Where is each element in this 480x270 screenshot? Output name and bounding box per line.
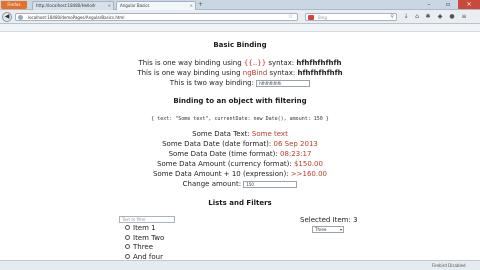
search-placeholder: Bing bbox=[318, 15, 327, 20]
data-row: Some Data Date (date format): 06 Sep 201… bbox=[0, 140, 480, 148]
ngbind-token: ngBind bbox=[242, 69, 268, 77]
line-prefix: This is one way binding using bbox=[137, 69, 243, 77]
line-mid: syntax: bbox=[267, 69, 298, 77]
select-value: Three bbox=[315, 227, 327, 232]
row-label: Some Data Amount + 10 (expression): bbox=[152, 170, 289, 178]
download-icon[interactable]: ↓ bbox=[402, 13, 410, 21]
basic-binding-heading: Basic Binding bbox=[213, 41, 267, 49]
row-value: 06 Sep 2013 bbox=[273, 140, 318, 148]
line-prefix: This is one way binding using bbox=[138, 59, 244, 67]
row-label: Some Data Date (time format): bbox=[168, 150, 278, 158]
bullet-icon bbox=[125, 234, 130, 240]
bookmarks-bar bbox=[0, 24, 480, 32]
item-list: Item 1 Item Two Three And four bbox=[125, 224, 205, 262]
status-text: Firebird Disabled bbox=[432, 263, 466, 268]
bullet-icon bbox=[125, 225, 130, 230]
new-tab-icon[interactable]: + bbox=[197, 2, 204, 9]
curly-token: {{..}} bbox=[243, 59, 267, 67]
row-label: Some Data Text: bbox=[192, 130, 250, 138]
minimize-button[interactable]: – bbox=[420, 0, 438, 9]
url-text: localhost:18480/demoPages/AngularBasics.… bbox=[28, 15, 125, 20]
object-code-literal: { text: "Some text", currentDate: new Da… bbox=[151, 116, 329, 122]
firebug-icon[interactable]: ✱ bbox=[424, 13, 432, 21]
two-way-label: This is two way binding: bbox=[169, 79, 254, 87]
one-way-binding-curly-line: This is one way binding using {{..}} syn… bbox=[0, 59, 480, 67]
line-mid: syntax: bbox=[266, 59, 297, 67]
close-window-button[interactable]: ✕ bbox=[458, 0, 480, 9]
search-engine-icon bbox=[308, 15, 314, 20]
bound-value: hfhfhfhfhfh bbox=[296, 59, 342, 67]
object-binding-heading: Binding to an object with filtering bbox=[173, 97, 307, 105]
list-item[interactable]: Item 1 bbox=[125, 224, 205, 234]
filter-input[interactable]: Text to filter bbox=[119, 216, 175, 223]
tab-localhost[interactable]: http://localhost:18480/Hello/Ir ✕ bbox=[32, 1, 114, 10]
tab-label: http://localhost:18480/Hello/Ir bbox=[36, 3, 96, 8]
two-way-binding-line: This is two way binding: hfhfhfhfhfh bbox=[0, 79, 480, 87]
row-value: >>160.00 bbox=[290, 170, 328, 178]
chevron-down-icon: ▾ bbox=[339, 227, 342, 232]
maximize-button[interactable]: ▫ bbox=[439, 0, 457, 9]
data-row: Some Data Amount (currency format): $150… bbox=[0, 160, 480, 168]
change-amount-label: Change amount: bbox=[182, 180, 242, 188]
row-label: Some Data Date (date format): bbox=[162, 140, 272, 148]
change-amount-line: Change amount: 150 bbox=[0, 180, 480, 188]
list-item-label: Item 1 bbox=[133, 224, 156, 232]
search-icon[interactable]: ⚲ bbox=[390, 14, 394, 21]
home-icon[interactable]: ⌂ bbox=[413, 13, 421, 21]
change-amount-input[interactable]: 150 bbox=[243, 180, 298, 188]
row-value: 08:23:17 bbox=[279, 150, 312, 158]
tab-label: Angular Basics bbox=[120, 3, 150, 8]
browser-titlebar: Firefox http://localhost:18480/Hello/Ir … bbox=[0, 0, 480, 10]
row-value: Some text bbox=[251, 130, 288, 138]
tab-angular-basics[interactable]: Angular Basics ✕ bbox=[116, 1, 196, 10]
list-item-label: Three bbox=[133, 243, 154, 251]
firefox-menu-button[interactable]: Firefox bbox=[1, 1, 27, 9]
list-item[interactable]: Item Two bbox=[125, 234, 205, 244]
status-bar: Firebird Disabled bbox=[0, 260, 480, 270]
row-value: $150.00 bbox=[293, 160, 323, 168]
navigation-toolbar: ◀ localhost:18480/demoPages/AngularBasic… bbox=[0, 10, 480, 24]
lists-heading: Lists and Filters bbox=[208, 199, 272, 207]
list-item-label: Item Two bbox=[133, 233, 165, 242]
data-row: Some Data Text: Some text bbox=[0, 130, 480, 138]
selected-item-label: Selected Item: 3 bbox=[300, 216, 358, 224]
close-tab-icon[interactable]: ✕ bbox=[108, 2, 111, 10]
search-bar[interactable]: Bing ⚲ bbox=[305, 13, 397, 21]
list-item[interactable]: Three bbox=[125, 243, 205, 253]
data-row: Some Data Amount + 10 (expression): >>16… bbox=[0, 170, 480, 178]
bound-value: hfhfhfhfhfh bbox=[297, 69, 343, 77]
two-way-input[interactable]: hfhfhfhfhfh bbox=[256, 79, 311, 87]
bullet-icon bbox=[125, 253, 130, 259]
address-bar[interactable]: localhost:18480/demoPages/AngularBasics.… bbox=[15, 13, 298, 21]
bullet-icon bbox=[125, 244, 130, 249]
data-row: Some Data Date (time format): 08:23:17 bbox=[0, 150, 480, 158]
addon-icon[interactable]: ● bbox=[448, 13, 456, 21]
addon-icon[interactable]: ◆ bbox=[436, 13, 444, 21]
close-tab-icon[interactable]: ✕ bbox=[190, 2, 193, 10]
menu-icon[interactable]: ≡ bbox=[460, 13, 468, 21]
globe-icon bbox=[18, 15, 23, 20]
bookmark-star-icon[interactable]: ☆ bbox=[288, 13, 293, 21]
row-label: Some Data Amount (currency format): bbox=[157, 160, 292, 168]
back-arrow-icon[interactable]: ◀ bbox=[2, 12, 12, 22]
one-way-binding-ngbind-line: This is one way binding using ngBind syn… bbox=[0, 69, 480, 77]
item-select[interactable]: Three ▾ bbox=[312, 226, 344, 233]
